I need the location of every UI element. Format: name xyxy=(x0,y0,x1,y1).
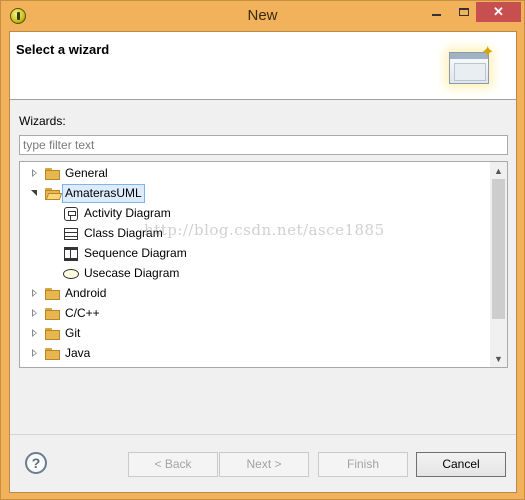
folder-icon xyxy=(45,328,61,340)
tree-item-label: Git xyxy=(65,326,81,340)
wizard-tree[interactable]: General AmaterasUML Activity Diagram Cla… xyxy=(19,161,508,368)
expand-arrow-icon[interactable] xyxy=(32,309,37,317)
expand-arrow-icon[interactable] xyxy=(32,169,37,177)
finish-button[interactable]: Finish xyxy=(318,452,408,477)
tree-item-android[interactable]: Android xyxy=(20,284,490,304)
collapse-arrow-icon[interactable] xyxy=(31,190,37,196)
expand-arrow-icon[interactable] xyxy=(32,349,37,357)
filter-input[interactable] xyxy=(19,135,508,155)
sparkle-icon: ✦ xyxy=(481,44,495,61)
page-title: Select a wizard xyxy=(16,42,110,57)
wizards-label: Wizards: xyxy=(19,114,66,128)
scroll-thumb[interactable] xyxy=(492,179,505,319)
minimize-button[interactable] xyxy=(422,2,450,22)
tree-scrollbar[interactable]: ▲ ▼ xyxy=(490,162,507,367)
usecase-diagram-icon xyxy=(63,269,79,279)
button-bar-divider xyxy=(10,434,516,435)
back-button[interactable]: < Back xyxy=(128,452,218,477)
tree-item-amaterasuml[interactable]: AmaterasUML xyxy=(20,184,490,204)
tree-item-label: General xyxy=(65,166,108,180)
tree-item-cpp[interactable]: C/C++ xyxy=(20,304,490,324)
new-wizard-banner-icon: ✦ xyxy=(447,42,497,90)
tree-item-label: Java xyxy=(65,346,91,360)
scroll-down-icon[interactable]: ▼ xyxy=(490,350,507,367)
next-button[interactable]: Next > xyxy=(219,452,309,477)
help-icon[interactable]: ? xyxy=(25,452,47,474)
tree-item-label: Sequence Diagram xyxy=(84,246,187,260)
dialog-window: New ✕ Select a wizard ✦ Wizards: General xyxy=(0,0,525,500)
title-bar[interactable]: New ✕ xyxy=(1,1,524,31)
tree-item-git[interactable]: Git xyxy=(20,324,490,344)
tree-item-general[interactable]: General xyxy=(20,164,490,184)
tree-item-label: AmaterasUML xyxy=(62,184,145,203)
maximize-icon xyxy=(459,8,469,16)
sequence-diagram-icon xyxy=(64,247,78,261)
close-icon: ✕ xyxy=(493,4,504,19)
maximize-button[interactable] xyxy=(450,2,478,22)
tree-item-label: C/C++ xyxy=(65,306,100,320)
close-button[interactable]: ✕ xyxy=(476,2,521,22)
tree-item-label: Usecase Diagram xyxy=(84,266,180,280)
tree-item-label: Android xyxy=(65,286,107,300)
folder-open-icon xyxy=(45,188,63,200)
tree-item-java[interactable]: Java xyxy=(20,344,490,364)
folder-icon xyxy=(45,308,61,320)
activity-diagram-icon xyxy=(64,207,78,221)
folder-icon xyxy=(45,348,61,360)
expand-arrow-icon[interactable] xyxy=(32,289,37,297)
cancel-button[interactable]: Cancel xyxy=(416,452,506,477)
wizard-header: Select a wizard ✦ xyxy=(10,32,516,100)
tree-item-label: Activity Diagram xyxy=(84,206,171,220)
class-diagram-icon xyxy=(64,228,78,240)
expand-arrow-icon[interactable] xyxy=(32,329,37,337)
folder-icon xyxy=(45,168,61,180)
folder-icon xyxy=(45,288,61,300)
tree-item-usecase-diagram[interactable]: Usecase Diagram xyxy=(20,264,490,284)
watermark-text: http://blog.csdn.net/asce1885 xyxy=(144,221,385,239)
scroll-up-icon[interactable]: ▲ xyxy=(490,162,507,179)
tree-item-sequence-diagram[interactable]: Sequence Diagram xyxy=(20,244,490,264)
dialog-client-area: Select a wizard ✦ Wizards: General Amate… xyxy=(9,31,517,493)
minimize-icon xyxy=(431,14,441,16)
